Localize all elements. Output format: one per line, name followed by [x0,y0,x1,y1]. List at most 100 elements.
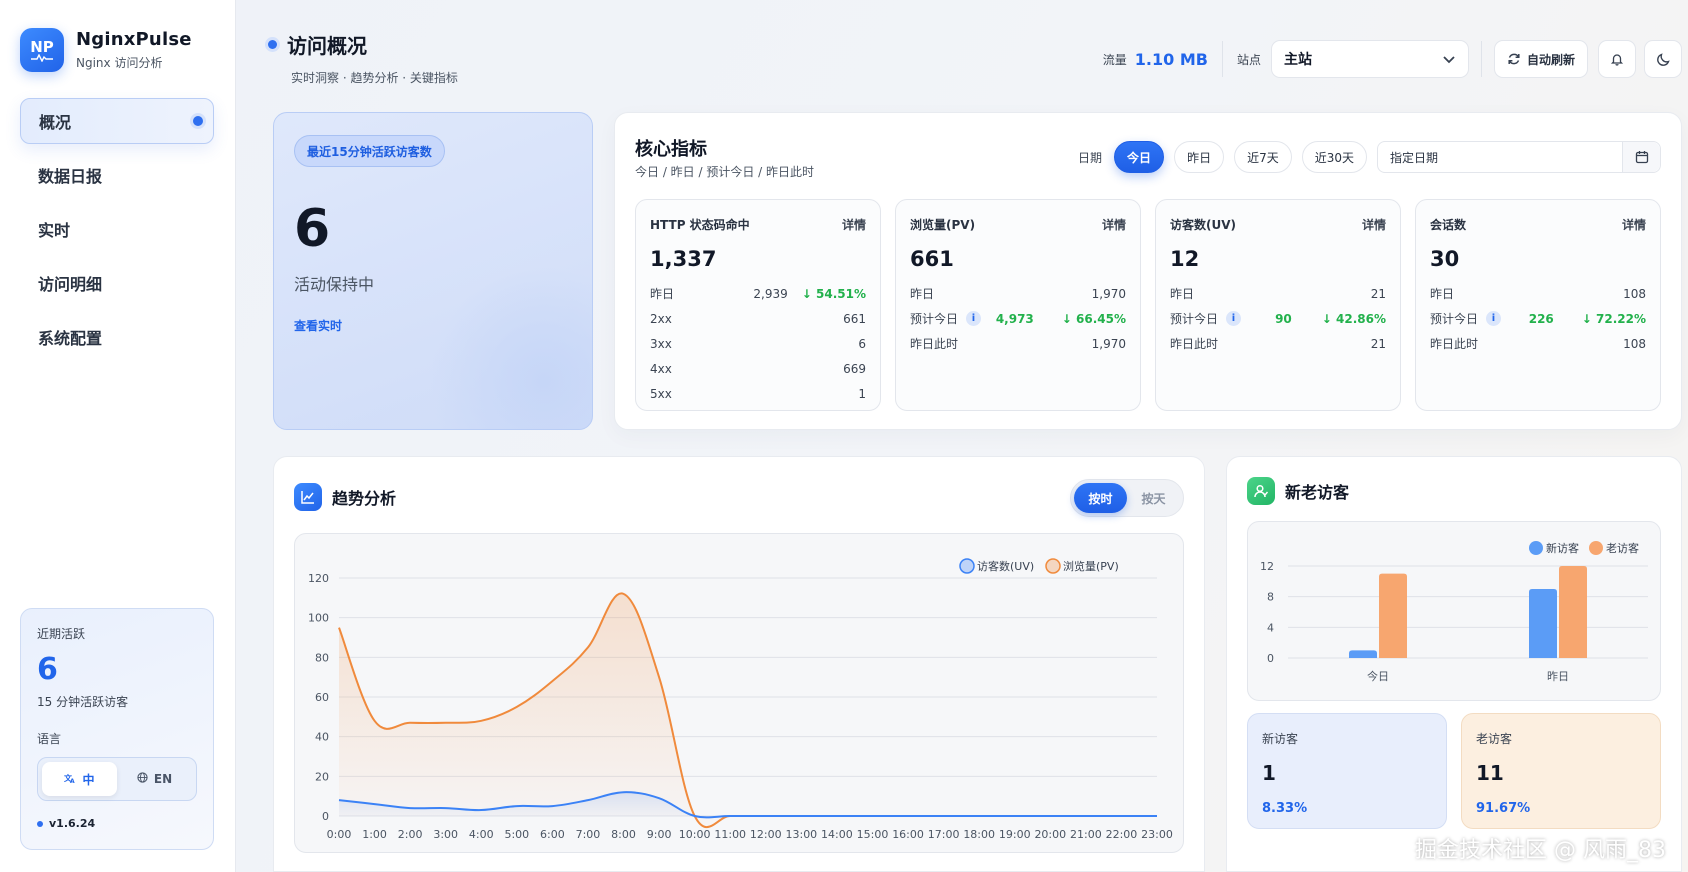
metric-detail-link[interactable]: 详情 [1622,216,1646,233]
divider [1221,41,1223,77]
new-visitors-card: 新访客 1 8.33% [1247,713,1447,829]
trend-panel: 趋势分析 按时 按天 0 20 40 60 80 100 120 0:00 1:00 2:00 3:… [273,456,1205,872]
metric-detail-link[interactable]: 详情 [1362,216,1386,233]
bar [1529,589,1557,658]
refresh-icon [1508,53,1520,65]
metric-detail-link[interactable]: 详情 [1102,216,1126,233]
metric-row-label: 5xx [650,386,672,401]
y-tick-label: 12 [1260,560,1274,573]
x-tick-label: 3:00 [433,828,458,841]
sidebar-item-label: 访问明细 [38,275,103,294]
metric-title: 访客数(UV) [1170,218,1237,232]
bar [1349,650,1377,658]
recent-active-title: 近期活跃 [37,627,86,641]
metric-row-label: 预计今日 i [910,310,996,327]
x-tick-label: 今日 [1367,669,1389,683]
y-tick-label: 8 [1267,591,1274,604]
metric-row-value: 21 [1370,286,1386,301]
notification-button[interactable] [1598,40,1636,78]
x-tick-label: 12:00 [750,828,782,841]
active-visitors-pill: 最近15分钟活跃访客数 [294,135,445,167]
x-tick-label: 0:00 [327,828,352,841]
page-title: 访问概况 [268,30,458,59]
moon-icon [1656,52,1670,66]
x-tick-label: 22:00 [1106,828,1138,841]
view-realtime-link[interactable]: 查看实时 [294,317,572,334]
metric-row-value: 6 [858,336,866,351]
user-icon [1247,477,1275,505]
info-icon[interactable]: i [1226,311,1242,326]
sidebar-item-daily-report[interactable]: 数据日报 [20,152,214,198]
old-visitors-percent: 91.67% [1476,801,1531,816]
metric-row-change: ↓ 42.86% [1321,311,1386,326]
y-tick-label: 0 [322,810,329,823]
core-metrics-subtitle: 今日 / 昨日 / 预计今日 / 昨日此时 [635,165,815,179]
x-tick-label: 15:00 [857,828,889,841]
sidebar-item-system-config[interactable]: 系统配置 [20,314,214,360]
watermark: 掘金技术社区 @ 风雨_83 [1415,838,1666,863]
legend-label: 老访客 [1606,541,1639,555]
recent-active-value: 6 [37,652,58,687]
recent-active-sub: 15 分钟活跃访客 [37,695,129,709]
date-label: 日期 [1078,150,1103,165]
legend-swatch [1529,541,1543,555]
metric-value: 661 [910,247,954,271]
x-tick-label: 23:00 [1141,828,1173,841]
date-picker-input[interactable]: 指定日期 [1377,141,1661,173]
metric-row: 5xx 1 [650,381,866,406]
metric-detail-link[interactable]: 详情 [842,216,866,233]
metric-row-change: ↓ 66.45% [1061,311,1126,326]
sidebar-item-overview[interactable]: 概况 [20,98,214,144]
info-icon[interactable]: i [966,311,982,326]
language-switch: 文A 中 EN [37,757,197,801]
x-tick-label: 17:00 [928,828,960,841]
session-card: 会话数 详情 30 昨日 108 预计今日 i 226 ↓ 72.22% 昨日此时 1… [1415,199,1661,411]
site-select-value: 主站 [1283,52,1312,68]
y-tick-label: 0 [1267,652,1274,665]
language-en-button[interactable]: EN [117,762,192,796]
brand-name: NginxPulse [76,29,192,50]
metric-row-value: 108 [1623,336,1646,351]
date-filter-bar: 日期 今日 昨日 近7天 近30天 指定日期 [1078,141,1661,173]
metric-row: 昨日此时 108 [1430,331,1646,356]
traffic-value: 1.10 MB [1134,49,1208,69]
x-tick-label: 5:00 [504,828,529,841]
metric-row: 3xx 6 [650,331,866,356]
metric-row: 预计今日 i 4,973 ↓ 66.45% [910,306,1126,331]
globe-icon [137,772,148,786]
auto-refresh-label: 自动刷新 [1526,52,1575,67]
sidebar-item-realtime[interactable]: 实时 [20,206,214,252]
auto-refresh-button[interactable]: 自动刷新 [1493,40,1588,78]
bar [1559,566,1587,658]
divider [1480,41,1482,77]
metric-row: 昨日此时 21 [1170,331,1386,356]
date-7days-button[interactable]: 近7天 [1234,141,1292,173]
sidebar-nav: 概况 数据日报 实时 访问明细 系统配置 [20,98,214,368]
brand-logo: NP [20,28,64,72]
metric-row-label: 预计今日 i [1430,310,1529,327]
old-visitors-label: 老访客 [1476,732,1513,746]
metric-row-label-text: 预计今日 [910,312,959,326]
metric-title: 浏览量(PV) [910,218,976,232]
date-yesterday-button[interactable]: 昨日 [1174,141,1225,173]
info-icon[interactable]: i [1486,311,1502,326]
date-30days-button[interactable]: 近30天 [1301,141,1367,173]
by-day-button[interactable]: 按天 [1127,483,1180,513]
traffic-label: 流量 [1102,52,1127,67]
metric-row: 4xx 669 [650,356,866,381]
pulse-icon [31,54,53,62]
new-visitors-value: 1 [1262,761,1276,785]
by-hour-button[interactable]: 按时 [1074,483,1127,513]
calendar-icon[interactable] [1622,142,1660,172]
y-tick-label: 20 [315,770,329,783]
sidebar-item-label: 实时 [38,221,71,240]
date-today-button[interactable]: 今日 [1114,141,1165,173]
metric-value: 1,337 [650,247,717,271]
theme-toggle-button[interactable] [1644,40,1682,78]
page-title-text: 访问概况 [287,34,367,58]
uv-card: 访客数(UV) 详情 12 昨日 21 预计今日 i 90 ↓ 42.86% 昨日此… [1155,199,1401,411]
new-visitors-percent: 8.33% [1262,801,1308,816]
site-select[interactable]: 主站 [1270,40,1469,78]
sidebar-item-access-details[interactable]: 访问明细 [20,260,214,306]
language-zh-button[interactable]: 文A 中 [42,762,117,796]
